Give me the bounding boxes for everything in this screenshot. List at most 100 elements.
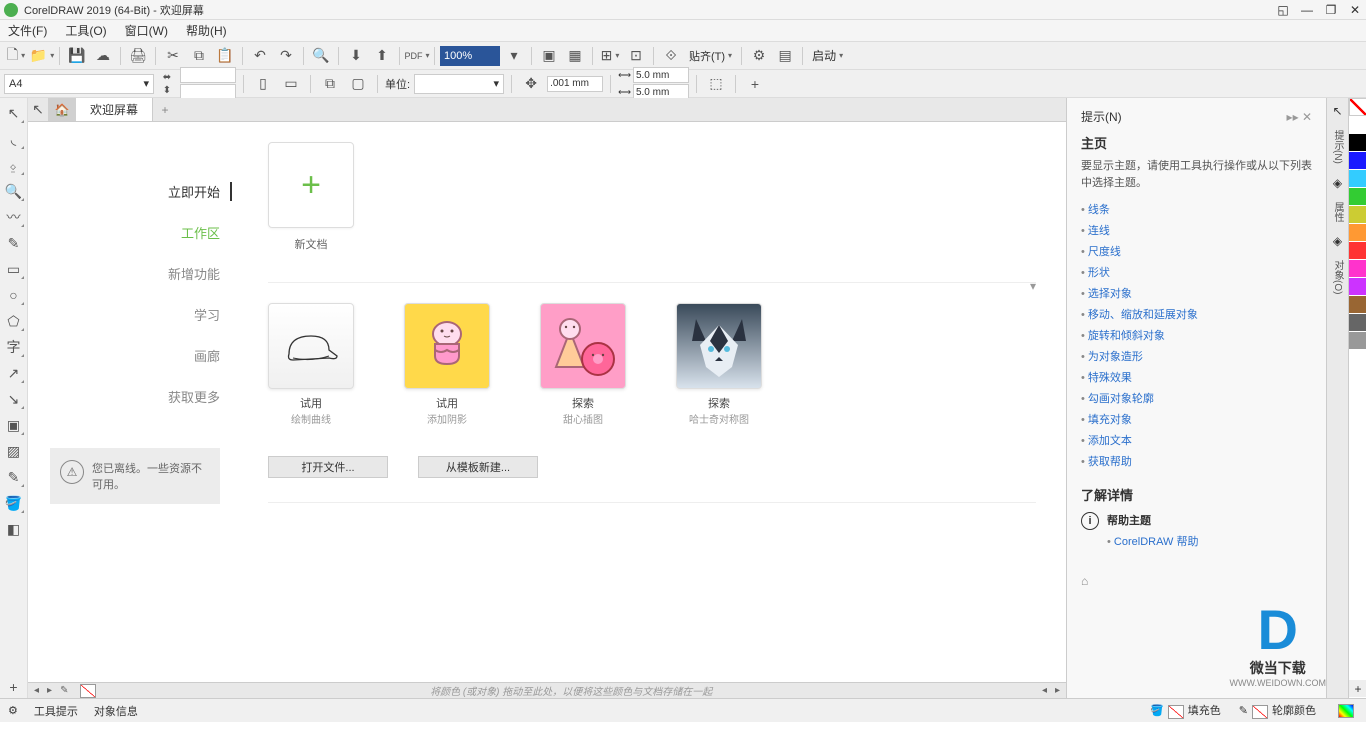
guides-button[interactable]: ⊡ [624,45,648,67]
polygon-tool[interactable]: ⬠ [3,310,25,332]
nav-start[interactable]: 立即开始 [168,182,232,201]
color-swatch-7[interactable] [1349,242,1366,260]
color-swatch-3[interactable] [1349,170,1366,188]
add-tool-button[interactable]: + [3,676,25,698]
hints-home-icon[interactable]: ⌂ [1081,574,1088,588]
fill-swatch[interactable] [1168,705,1184,719]
paper-select[interactable]: A4▾ [4,74,154,94]
collapse-icon[interactable]: ▾ [1030,279,1036,293]
launch-dropdown[interactable]: 启动 [808,45,847,67]
artistic-media-tool[interactable]: ✎ [3,232,25,254]
paste-button[interactable]: 📋 [213,45,237,67]
copy-button[interactable]: ⧉ [187,45,211,67]
hint-link-9[interactable]: 勾画对象轮廓 [1081,390,1312,406]
scroll-left-icon[interactable]: ◂ [1042,685,1047,696]
export-button[interactable]: ⬆ [370,45,394,67]
eyedropper-tool[interactable]: ✎ [3,466,25,488]
fullscreen-button[interactable]: ▣ [537,45,561,67]
units-select[interactable]: ▾ [414,74,504,94]
hint-link-0[interactable]: 线条 [1081,201,1312,217]
pick-tool[interactable]: ↖ [3,102,25,124]
panel-close-icon[interactable]: ✕ [1302,110,1312,124]
import-button[interactable]: ⬇ [344,45,368,67]
zoom-tool[interactable]: 🔍 [3,180,25,202]
fill-icon[interactable]: 🪣 [1150,705,1164,717]
search-button[interactable]: 🔍 [309,45,333,67]
hint-link-8[interactable]: 特殊效果 [1081,369,1312,385]
page-width-field[interactable] [180,67,236,83]
nav-learn[interactable]: 学习 [194,305,220,324]
hint-link-7[interactable]: 为对象造形 [1081,348,1312,364]
add-button[interactable]: + [743,73,767,95]
ellipse-tool[interactable]: ○ [3,284,25,306]
hint-link-2[interactable]: 尺度线 [1081,243,1312,259]
eyedropper-icon[interactable]: ✎ [60,685,68,696]
shape-tool[interactable]: ◟ [3,128,25,150]
nav-right-icon[interactable]: ▸ [47,685,52,696]
hint-link-11[interactable]: 添加文本 [1081,432,1312,448]
crop-tool[interactable]: ⍚ [3,154,25,176]
landscape-button[interactable]: ▭ [279,73,303,95]
tab-welcome[interactable]: 欢迎屏幕 [76,98,153,121]
dup-x-field[interactable]: 5.0 mm [633,67,689,83]
hint-link-5[interactable]: 移动、缩放和延展对象 [1081,306,1312,322]
coreldraw-help-link[interactable]: CorelDRAW 帮助 [1107,533,1198,549]
outline-swatch[interactable] [1252,705,1268,719]
snap-to-button[interactable]: ⟐ [659,45,683,67]
color-swatch-1[interactable] [1349,134,1366,152]
docker-properties-icon[interactable]: ◈ [1333,176,1342,190]
transparency-tool[interactable]: ▨ [3,440,25,462]
all-pages-button[interactable]: ⧉ [318,73,342,95]
color-swatch-8[interactable] [1349,260,1366,278]
thumb-husky[interactable] [676,303,762,389]
color-swatch-6[interactable] [1349,224,1366,242]
thumb-sweets[interactable] [540,303,626,389]
rulers-button[interactable]: ▦ [563,45,587,67]
nav-left-icon[interactable]: ◂ [34,685,39,696]
save-button[interactable]: 💾 [65,45,89,67]
cloud-button[interactable]: ☁ [91,45,115,67]
undo-button[interactable]: ↶ [248,45,272,67]
pdf-button[interactable]: PDF [405,45,429,67]
hint-link-6[interactable]: 旋转和倾斜对象 [1081,327,1312,343]
options-button[interactable]: ⚙ [747,45,771,67]
tab-add-button[interactable]: + [153,98,177,121]
nav-workspace[interactable]: 工作区 [181,223,220,242]
docker-pick-icon[interactable]: ↖ [1332,104,1342,118]
color-swatch-10[interactable] [1349,296,1366,314]
outline-icon[interactable]: ✎ [1239,705,1248,717]
color-swatch-2[interactable] [1349,152,1366,170]
docker-tab-objects[interactable]: 对象(O) [1328,254,1347,300]
connector-tool[interactable]: ↘ [3,388,25,410]
rectangle-tool[interactable]: ▭ [3,258,25,280]
zoom-drop[interactable]: ▾ [502,45,526,67]
current-page-button[interactable]: ▢ [346,73,370,95]
hint-link-3[interactable]: 形状 [1081,264,1312,280]
cut-button[interactable]: ✂ [161,45,185,67]
docker-tab-properties[interactable]: 属性 [1328,196,1347,228]
open-button[interactable]: 📁 [30,45,54,67]
minimize-button[interactable]: — [1300,3,1314,17]
fill-tool[interactable]: 🪣 [3,492,25,514]
docker-tab-hints[interactable]: 提示(N) [1328,124,1347,170]
nav-whatsnew[interactable]: 新增功能 [168,264,220,283]
color-swatch-12[interactable] [1349,332,1366,350]
hint-link-1[interactable]: 连线 [1081,222,1312,238]
color-swatch-4[interactable] [1349,188,1366,206]
treat-as-filled-button[interactable]: ⬚ [704,73,728,95]
redo-button[interactable]: ↷ [274,45,298,67]
open-file-button[interactable]: 打开文件... [268,456,388,478]
zoom-level[interactable]: 100% [440,46,500,66]
smart-fill-tool[interactable]: ◧ [3,518,25,540]
hint-link-10[interactable]: 填充对象 [1081,411,1312,427]
grid-button[interactable]: ⊞ [598,45,622,67]
menu-help[interactable]: 帮助(H) [186,22,227,39]
nudge-field[interactable]: .001 mm [547,76,603,92]
docker-objects-icon[interactable]: ◈ [1333,234,1342,248]
portrait-button[interactable]: ▯ [251,73,275,95]
color-swatch-5[interactable] [1349,206,1366,224]
nav-getmore[interactable]: 获取更多 [168,387,220,406]
new-button[interactable]: 🗋 [4,45,28,67]
text-tool[interactable]: 字 [3,336,25,358]
hint-link-12[interactable]: 获取帮助 [1081,453,1312,469]
